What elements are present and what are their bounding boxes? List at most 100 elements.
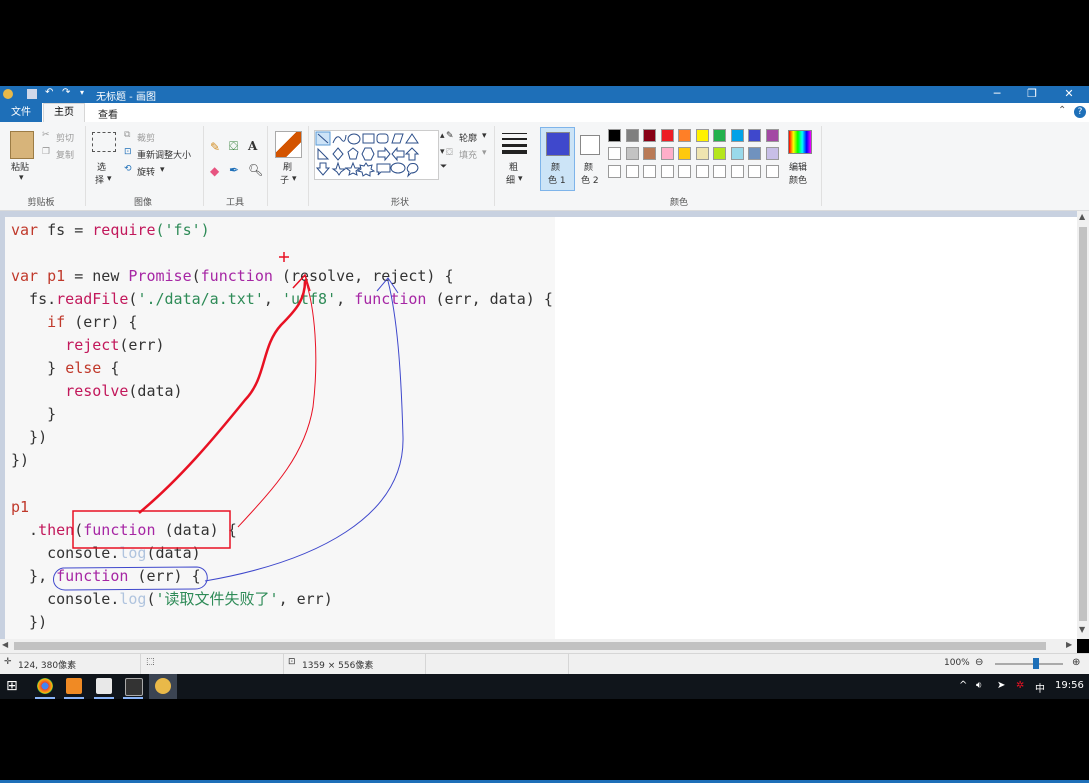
shapes-scroll-down-icon[interactable]: ▾: [440, 147, 445, 157]
fill-button[interactable]: 填充: [459, 148, 477, 161]
resize-button[interactable]: 重新调整大小: [137, 148, 191, 161]
horizontal-scrollbar[interactable]: ◀ ▶: [0, 639, 1077, 653]
fill-dropdown-icon[interactable]: ▾: [482, 148, 487, 158]
palette-swatch[interactable]: [625, 129, 639, 142]
size-icon[interactable]: [502, 132, 527, 154]
sublime-text-icon[interactable]: [66, 678, 82, 694]
redo-icon[interactable]: ↷: [62, 87, 72, 98]
palette-swatch[interactable]: [678, 147, 691, 160]
palette-swatch[interactable]: [660, 129, 674, 142]
scroll-left-icon[interactable]: ◀: [2, 640, 8, 649]
show-hidden-icons[interactable]: ^: [959, 680, 967, 691]
palette-swatch[interactable]: [678, 129, 691, 142]
cut-button[interactable]: 剪切: [56, 131, 74, 144]
palette-swatch[interactable]: [765, 147, 779, 160]
palette-swatch[interactable]: [748, 147, 761, 160]
scroll-right-icon[interactable]: ▶: [1066, 640, 1072, 649]
notepad-icon[interactable]: [96, 678, 112, 694]
zoom-out-button[interactable]: ⊖: [975, 657, 983, 668]
clock[interactable]: 19:56: [1055, 680, 1084, 691]
shapes-gallery[interactable]: [314, 130, 439, 180]
palette-swatch[interactable]: [730, 147, 744, 160]
undo-icon[interactable]: ↶: [45, 87, 55, 98]
edit-colors-button-line2[interactable]: 颜色: [789, 173, 807, 186]
palette-swatch[interactable]: [643, 129, 656, 142]
windows-start-icon[interactable]: ⊞: [6, 678, 18, 694]
save-icon[interactable]: [27, 89, 37, 99]
select-icon[interactable]: [92, 132, 116, 152]
palette-swatch[interactable]: [730, 129, 744, 142]
rotate-dropdown-icon[interactable]: ▾: [160, 165, 165, 175]
palette-swatch[interactable]: [765, 165, 779, 178]
palette-swatch[interactable]: [748, 165, 761, 178]
palette-swatch[interactable]: [695, 165, 709, 178]
brushes-button-line2[interactable]: 子: [280, 173, 289, 186]
paste-icon[interactable]: [10, 131, 34, 159]
palette-swatch[interactable]: [765, 129, 779, 142]
horizontal-scroll-thumb[interactable]: [14, 642, 1046, 650]
shapes-more-icon[interactable]: ⏷: [440, 162, 447, 172]
chrome-icon[interactable]: [37, 678, 53, 694]
help-icon[interactable]: ?: [1074, 106, 1086, 118]
brushes-dropdown-icon[interactable]: ▾: [292, 174, 297, 184]
fill-icon[interactable]: ⛋: [229, 139, 238, 154]
palette-swatch[interactable]: [713, 129, 726, 142]
tab-file[interactable]: 文件: [0, 103, 42, 122]
drawing-canvas[interactable]: var fs = require('fs') var p1 = new Prom…: [5, 217, 1077, 639]
pencil-icon[interactable]: ✎: [210, 140, 220, 154]
edit-colors-icon[interactable]: [788, 130, 812, 154]
paint-taskbar-icon-active[interactable]: [155, 678, 171, 694]
text-icon[interactable]: A: [248, 139, 257, 153]
palette-swatch[interactable]: [608, 129, 621, 142]
copy-button[interactable]: 复制: [56, 148, 74, 161]
eraser-icon[interactable]: ◆: [210, 164, 219, 178]
zoom-in-button[interactable]: ⊕: [1072, 657, 1080, 668]
palette-swatch[interactable]: [643, 165, 656, 178]
palette-swatch[interactable]: [643, 147, 656, 160]
edit-colors-button[interactable]: 编辑: [789, 160, 807, 173]
volume-icon[interactable]: 🔉︎: [976, 680, 982, 691]
scroll-up-icon[interactable]: ▲: [1079, 212, 1085, 221]
tab-view[interactable]: 查看: [98, 106, 118, 121]
palette-swatch[interactable]: [608, 147, 621, 160]
vertical-scrollbar[interactable]: ▲ ▼: [1077, 211, 1089, 639]
palette-swatch[interactable]: [730, 165, 744, 178]
paste-dropdown-icon[interactable]: ▾: [19, 173, 24, 183]
minimize-button[interactable]: ─: [982, 87, 1012, 100]
scroll-down-icon[interactable]: ▼: [1079, 625, 1085, 634]
palette-swatch[interactable]: [748, 129, 761, 142]
crop-button[interactable]: 裁剪: [137, 131, 155, 144]
magnifier-icon[interactable]: 🔍︎: [248, 163, 263, 177]
palette-swatch[interactable]: [660, 147, 674, 160]
brush-icon[interactable]: [275, 131, 302, 158]
select-button[interactable]: 选: [97, 160, 106, 173]
select-dropdown-icon[interactable]: ▾: [107, 174, 112, 184]
vertical-scroll-thumb[interactable]: [1079, 227, 1087, 621]
ime-indicator[interactable]: 中: [1035, 680, 1045, 695]
size-button[interactable]: 粗: [509, 160, 518, 173]
customize-quick-access-icon[interactable]: ▾: [80, 88, 90, 98]
color-picker-icon[interactable]: ✒: [229, 163, 239, 177]
tray-app-icon[interactable]: ✲: [1016, 680, 1024, 691]
tab-home[interactable]: 主页: [43, 103, 85, 123]
palette-swatch[interactable]: [625, 165, 639, 178]
rotate-button[interactable]: 旋转: [137, 165, 155, 178]
close-button[interactable]: ✕: [1054, 87, 1084, 100]
outline-button[interactable]: 轮廓: [459, 131, 477, 144]
paste-button[interactable]: 粘贴: [11, 160, 29, 173]
palette-swatch[interactable]: [713, 147, 726, 160]
palette-swatch[interactable]: [678, 165, 691, 178]
palette-swatch[interactable]: [695, 129, 709, 142]
color2-swatch[interactable]: [580, 135, 600, 155]
shapes-scroll-up-icon[interactable]: ▴: [440, 131, 445, 141]
palette-swatch[interactable]: [695, 147, 709, 160]
zoom-slider-thumb[interactable]: [1032, 658, 1039, 669]
network-icon[interactable]: ➤: [997, 680, 1005, 691]
terminal-icon[interactable]: [125, 678, 143, 696]
size-button-line2[interactable]: 细: [506, 173, 515, 186]
zoom-slider[interactable]: [995, 658, 1063, 669]
palette-swatch[interactable]: [660, 165, 674, 178]
size-dropdown-icon[interactable]: ▾: [518, 174, 523, 184]
restore-button[interactable]: ❐: [1017, 87, 1047, 100]
outline-dropdown-icon[interactable]: ▾: [482, 131, 487, 141]
